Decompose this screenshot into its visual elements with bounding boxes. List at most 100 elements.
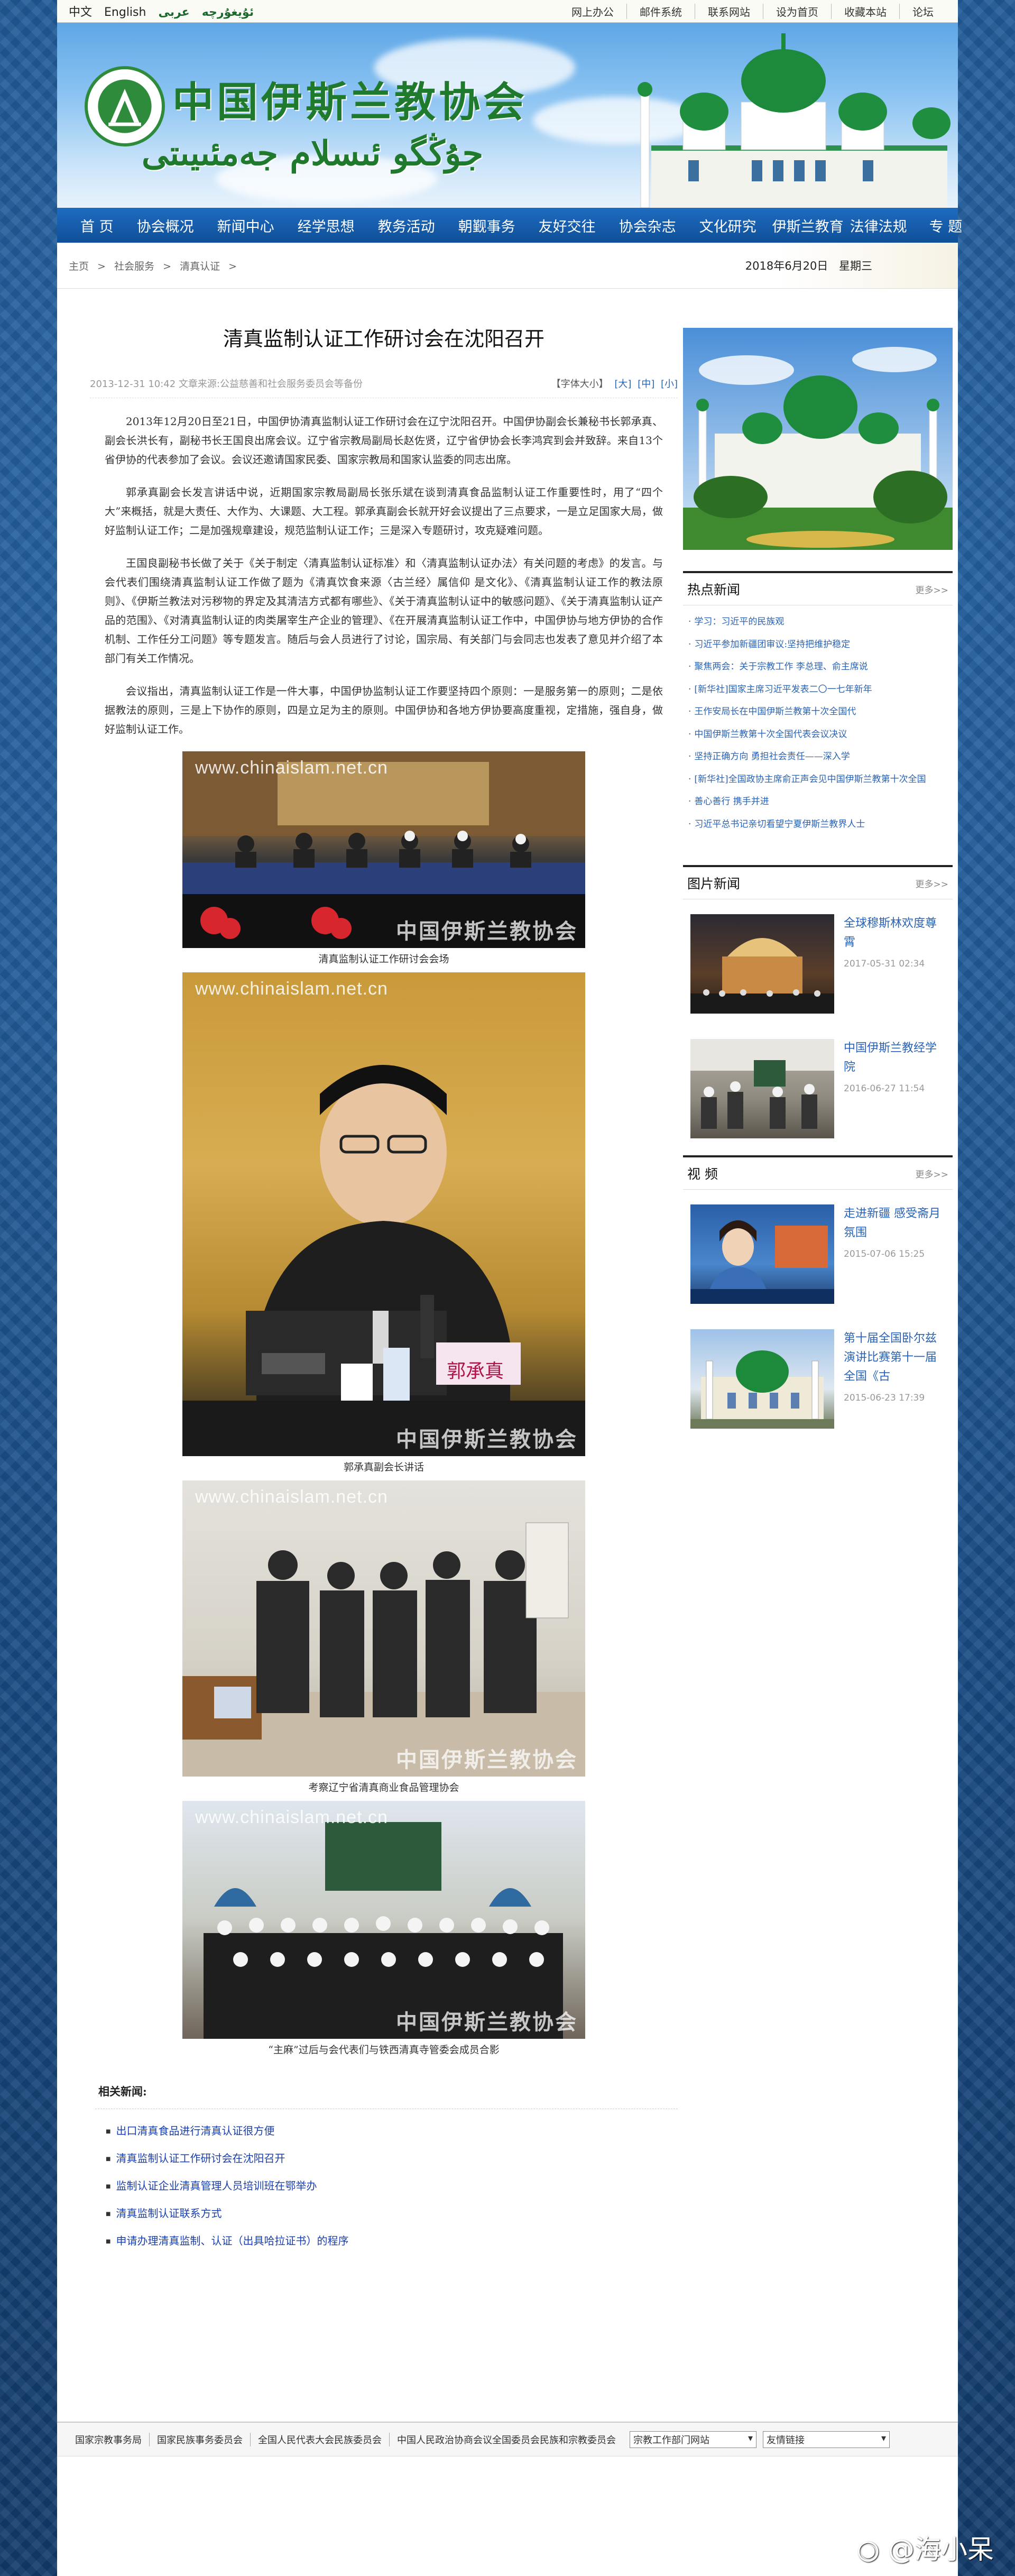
related-news-item[interactable]: 清真监制认证工作研讨会在沈阳召开 <box>106 2145 678 2173</box>
link-forum[interactable]: 论坛 <box>899 3 946 19</box>
link-contact[interactable]: 联系网站 <box>695 3 763 19</box>
footer-link[interactable]: 国家民族事务委员会 <box>149 2432 250 2446</box>
link-mail-system[interactable]: 邮件系统 <box>626 3 695 19</box>
video-item-title[interactable]: 走进新疆 感受斋月氛围 <box>844 1204 945 1243</box>
mosque-banner-image <box>638 33 951 208</box>
hot-news-item[interactable]: 习近平总书记亲切看望宁夏伊斯兰教界人士 <box>688 813 947 836</box>
main-nav: 首 页 协会概况 新闻中心 经学思想 教务活动 朝觐事务 友好交往 协会杂志 文… <box>57 208 962 243</box>
video-item[interactable]: 走进新疆 感受斋月氛围 2015-07-06 15:25 <box>683 1196 953 1304</box>
video-header: 视 频 更多>> <box>683 1157 953 1190</box>
photo-news-item[interactable]: 全球穆斯林欢度尊霄 2017-05-31 02:34 <box>683 906 953 1014</box>
photo-news-thumbnail[interactable] <box>690 1039 834 1138</box>
font-size-medium[interactable]: [中] <box>638 379 654 390</box>
copyright-uyghur: جۇڭگو ئىسلام جەمئىيىتى <box>438 2504 577 2520</box>
nav-news[interactable]: 新闻中心 <box>206 215 286 236</box>
video-item-title[interactable]: 第十届全国卧尔兹演讲比赛第十一届全国《古 <box>844 1329 945 1386</box>
hot-news-item[interactable]: [新华社]国家主席习近平发表二〇一七年新年 <box>688 678 947 701</box>
nav-culture[interactable]: 文化研究 <box>688 215 768 236</box>
mosque-logo-icon <box>98 79 152 133</box>
hot-news-more-link[interactable]: 更多>> <box>916 583 949 596</box>
chevron-down-icon: ▾ <box>881 2432 886 2444</box>
font-size-controls: 【字体大小】 [大] [中] [小] <box>548 376 678 390</box>
footer-link[interactable]: 全国人民代表大会民族委员会 <box>250 2432 389 2446</box>
language-switcher: 中文 English ئۇيغۇرچە عربى <box>69 3 262 20</box>
nav-scripture[interactable]: 经学思想 <box>286 215 366 236</box>
crumb-social-service[interactable]: 社会服务 <box>114 261 154 272</box>
lang-english[interactable]: English <box>104 6 146 19</box>
font-size-large[interactable]: [大] <box>614 379 631 390</box>
lang-uyghur[interactable]: ئۇيغۇرچە <box>202 6 254 19</box>
photo-news-info: 中国伊斯兰教经学院 2016-06-27 11:54 <box>844 1039 945 1127</box>
footer-link[interactable]: 中国人民政治协商会议全国委员会民族和宗教委员会 <box>389 2432 623 2446</box>
link-online-office[interactable]: 网上办公 <box>559 4 626 19</box>
lang-arabic[interactable]: عربى <box>158 6 189 19</box>
hot-news-item[interactable]: 坚持正确方向 勇担社会责任——深入学 <box>688 746 947 768</box>
related-news-item[interactable]: 申请办理清真监制、认证（出具哈拉证书）的程序 <box>106 2228 678 2255</box>
nav-about[interactable]: 协会概况 <box>125 215 206 236</box>
nav-religious-affairs[interactable]: 教务活动 <box>366 215 447 236</box>
link-set-homepage[interactable]: 设为首页 <box>763 3 831 19</box>
hot-news-item[interactable]: [新华社]全国政协主席俞正声会见中国伊斯兰教第十次全国 <box>688 768 947 791</box>
meeting-hall-photo: www.chinaislam.net.cn 中国伊斯兰教协会 <box>182 751 585 948</box>
photo-news-item-title[interactable]: 全球穆斯林欢度尊霄 <box>844 914 945 952</box>
crumb-halal-cert[interactable]: 清真认证 <box>180 261 220 272</box>
photo-news-title: 图片新闻 <box>687 876 741 891</box>
article-meta: 2013-12-31 10:42 文章来源:公益慈善和社会服务委员会等备份 【字… <box>90 376 678 398</box>
video-item[interactable]: 第十届全国卧尔兹演讲比赛第十一届全国《古 2015-06-23 17:39 <box>683 1321 953 1429</box>
friend-links-select[interactable]: 友情链接 ▾ <box>763 2431 890 2448</box>
related-news-item[interactable]: 监制认证企业清真管理人员培训班在鄂举办 <box>106 2173 678 2200</box>
photo-news-item[interactable]: 中国伊斯兰教经学院 2016-06-27 11:54 <box>683 1031 953 1138</box>
article-paragraph: 郭承真副会长发言讲话中说，近期国家宗教局副局长张乐斌在谈到清真食品监制认证工作重… <box>105 486 663 537</box>
hot-news-item[interactable]: 王作安局长在中国伊斯兰教第十次全国代 <box>688 701 947 723</box>
nav-magazine[interactable]: 协会杂志 <box>607 215 688 236</box>
video-item-date: 2015-06-23 17:39 <box>844 1393 925 1403</box>
video-info: 第十届全国卧尔兹演讲比赛第十一届全国《古 2015-06-23 17:39 <box>844 1329 945 1417</box>
video-thumbnail[interactable] <box>690 1204 834 1304</box>
crumb-home[interactable]: 主页 <box>69 261 89 272</box>
hot-news-item[interactable]: 聚焦两会：关于宗教工作 李总理、俞主席说 <box>688 656 947 678</box>
related-news-item[interactable]: 出口清真食品进行清真认证很方便 <box>106 2118 678 2145</box>
hot-news-item[interactable]: 善心善行 携手并进 <box>688 790 947 813</box>
article-figure: www.chinaislam.net.cn 中国伊斯兰教协会 “主麻”过后与会代… <box>182 1801 585 2058</box>
mosque-night-graphic <box>690 938 834 1014</box>
date-weekday: 星期三 <box>839 260 872 272</box>
site-title-uyghur: جۇڭگو ئىسلام جەمئىيىتى <box>142 134 484 173</box>
nav-education[interactable]: 伊斯兰教育 <box>768 215 847 236</box>
hot-news-item[interactable]: 习近平参加新疆团审议:坚持把维护稳定 <box>688 633 947 656</box>
article-figure: www.chinaislam.net.cn 中国伊斯兰教协会 清真监制认证工作研… <box>182 751 585 967</box>
nav-home[interactable]: 首 页 <box>69 215 125 236</box>
video-box: 视 频 更多>> 走进新疆 感受斋月氛围 2015-07-06 15:25 第十… <box>683 1155 953 1429</box>
breadcrumb-bar: 主页 > 社会服务 > 清真认证 > 2018年6月20日 星期三 <box>57 243 958 289</box>
crumb-sep: > <box>97 260 106 272</box>
video-more-link[interactable]: 更多>> <box>916 1167 949 1180</box>
sidebar-mosque-graphic <box>683 328 953 550</box>
link-bookmark[interactable]: 收藏本站 <box>831 3 899 19</box>
select-value: 宗教工作部门网站 <box>633 2434 709 2446</box>
photo-news-item-title[interactable]: 中国伊斯兰教经学院 <box>844 1039 945 1077</box>
speaker-scene-graphic <box>182 1065 585 1456</box>
nav-exchange[interactable]: 友好交往 <box>527 215 607 236</box>
select-value: 友情链接 <box>767 2434 805 2446</box>
watermark-org: 中国伊斯兰教协会 <box>396 2010 578 2035</box>
video-thumbnail[interactable] <box>690 1329 834 1429</box>
font-size-small[interactable]: [小] <box>661 379 678 390</box>
nav-hajj[interactable]: 朝觐事务 <box>447 215 527 236</box>
hot-news-item[interactable]: 中国伊斯兰教第十次全国代表会议决议 <box>688 723 947 746</box>
photo-news-thumbnail[interactable] <box>690 914 834 1014</box>
religious-depts-select[interactable]: 宗教工作部门网站 ▾ <box>630 2431 756 2448</box>
hot-news-item[interactable]: 学习：习近平的民族观 <box>688 611 947 633</box>
watermark-url: www.chinaislam.net.cn <box>195 1807 388 1827</box>
sidebar-mosque-photo[interactable] <box>683 328 953 550</box>
watermark-org: 中国伊斯兰教协会 <box>396 1427 578 1452</box>
nav-special[interactable]: 专 题 <box>918 215 974 236</box>
related-news-item[interactable]: 清真监制认证联系方式 <box>106 2200 678 2228</box>
article-source-date: 2013-12-31 10:42 文章来源:公益慈善和社会服务委员会等备份 <box>90 379 363 390</box>
lang-chinese[interactable]: 中文 <box>69 6 92 19</box>
video-title: 视 频 <box>687 1166 718 1182</box>
copyright-line: 版权所有 中国伊斯兰教协会 <box>449 2490 566 2501</box>
nameplate: 郭承真 <box>447 1360 504 1382</box>
photo-news-more-link[interactable]: 更多>> <box>916 877 949 890</box>
nav-law[interactable]: 法律法规 <box>847 215 918 236</box>
footer-link[interactable]: 国家宗教事务局 <box>68 2433 149 2446</box>
weibo-watermark: ◉ @海小呆 <box>856 2528 994 2566</box>
